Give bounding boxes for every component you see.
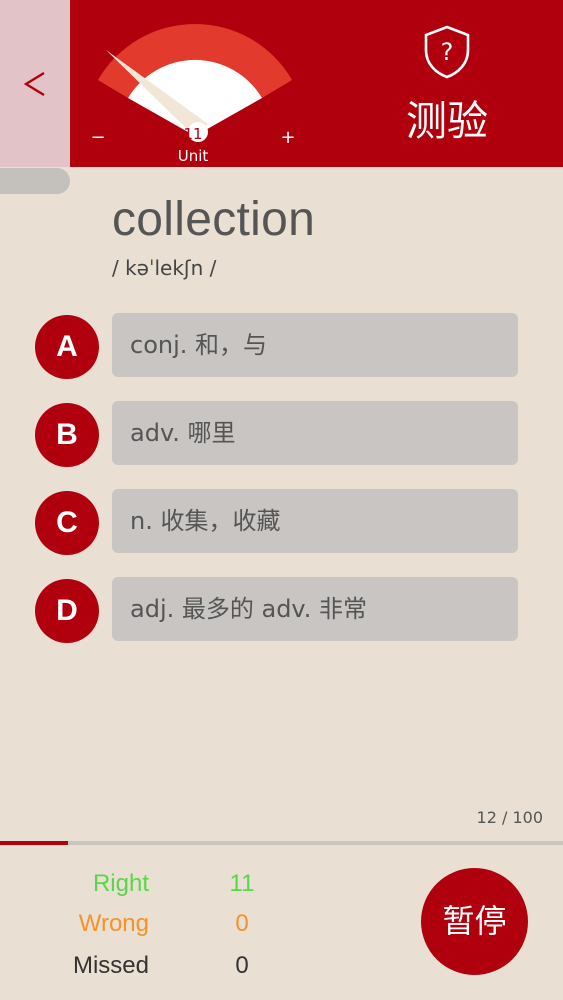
quiz-label: 测验	[406, 97, 488, 145]
word-phonetic: / kəˈlekʃn /	[112, 256, 217, 280]
scroll-pill	[0, 168, 70, 194]
svg-text:?: ?	[441, 38, 454, 66]
option-b[interactable]: B adv. 哪里	[0, 401, 563, 467]
header-bar: − + 11 Unit ? 测验	[0, 0, 563, 167]
option-text[interactable]: conj. 和，与	[112, 313, 518, 377]
missed-count: 0	[235, 952, 249, 979]
progress-fill	[0, 841, 68, 845]
option-letter[interactable]: D	[35, 579, 99, 643]
unit-gauge	[98, 23, 292, 142]
right-count: 11	[229, 870, 255, 897]
progress-bar	[0, 841, 563, 845]
option-letter[interactable]: A	[35, 315, 99, 379]
unit-number: 11	[183, 125, 203, 143]
question-counter: 12 / 100	[476, 808, 543, 827]
wrong-count: 0	[235, 910, 249, 937]
wrong-label: Wrong	[78, 910, 149, 937]
option-text[interactable]: adv. 哪里	[112, 401, 518, 465]
option-text[interactable]: adj. 最多的 adv. 非常	[112, 577, 518, 641]
shield-question-icon: ?	[424, 25, 470, 79]
gauge-plus-button[interactable]: +	[276, 126, 300, 150]
chevron-left-icon	[23, 71, 45, 96]
back-button[interactable]	[0, 0, 70, 167]
quiz-button[interactable]: ? 测验	[395, 22, 499, 152]
option-letter[interactable]: B	[35, 403, 99, 467]
option-a[interactable]: A conj. 和，与	[0, 313, 563, 379]
quiz-word: collection	[112, 193, 316, 246]
gauge-minus-button[interactable]: −	[86, 126, 110, 150]
unit-label: Unit	[177, 147, 209, 165]
option-text[interactable]: n. 收集，收藏	[112, 489, 518, 553]
missed-label: Missed	[72, 952, 149, 979]
option-c[interactable]: C n. 收集，收藏	[0, 489, 563, 555]
right-label: Right	[92, 870, 149, 897]
option-d[interactable]: D adj. 最多的 adv. 非常	[0, 577, 563, 643]
pause-button[interactable]: 暂停	[421, 868, 528, 975]
option-letter[interactable]: C	[35, 491, 99, 555]
